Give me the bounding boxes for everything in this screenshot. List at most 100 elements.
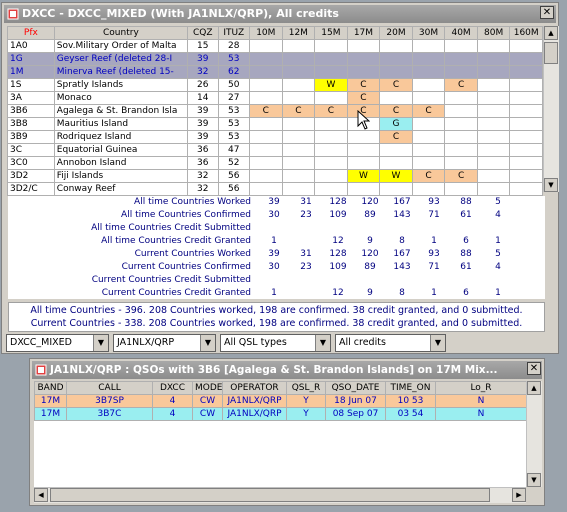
band-cell-10m[interactable] — [249, 143, 283, 157]
band-cell-40m[interactable] — [444, 65, 478, 79]
band-cell-10m[interactable] — [249, 169, 283, 183]
pfx-cell[interactable]: 3B9 — [7, 130, 55, 144]
band-cell-20m[interactable] — [379, 143, 413, 157]
pfx-cell[interactable]: 3A — [7, 91, 55, 105]
column-header-10m[interactable]: 10M — [249, 26, 283, 40]
band-cell-30m[interactable] — [411, 130, 446, 144]
pfx-cell[interactable]: 1M — [7, 65, 55, 79]
band-cell-160m[interactable] — [509, 65, 543, 79]
band-cell-15m[interactable] — [314, 156, 348, 170]
country-cell[interactable]: Fiji Islands — [53, 169, 189, 183]
band-cell-160m[interactable] — [509, 52, 543, 66]
band-cell-20m[interactable] — [379, 65, 413, 79]
band-cell-12m[interactable] — [281, 65, 316, 79]
dxcc-row[interactable]: 3A Monaco 14 27 C — [7, 91, 543, 105]
column-header-12m[interactable]: 12M — [281, 26, 316, 40]
band-cell-160m[interactable] — [509, 156, 543, 170]
band-cell-15m[interactable]: C — [314, 104, 348, 118]
band-cell-40m[interactable] — [444, 39, 478, 53]
column-header-pfx[interactable]: Pfx — [7, 26, 55, 40]
band-cell-12m[interactable] — [281, 78, 316, 92]
band-cell-15m[interactable] — [314, 65, 348, 79]
scroll-up-icon[interactable]: ▲ — [527, 381, 541, 395]
cqz-cell[interactable]: 36 — [187, 143, 219, 157]
band-cell-10m[interactable] — [249, 78, 283, 92]
band-cell-20m[interactable]: C — [379, 130, 413, 144]
band-cell-12m[interactable] — [281, 52, 316, 66]
country-cell[interactable]: Conway Reef — [53, 182, 189, 196]
scroll-thumb[interactable] — [50, 488, 490, 502]
column-header-15m[interactable]: 15M — [314, 26, 348, 40]
ituz-cell[interactable]: 56 — [217, 169, 251, 183]
ituz-cell[interactable]: 27 — [217, 91, 251, 105]
column-header-lo-r[interactable]: Lo_R — [435, 381, 527, 395]
cqz-cell[interactable]: 32 — [187, 169, 219, 183]
band-cell-40m[interactable] — [444, 52, 478, 66]
column-header-ituz[interactable]: ITUZ — [217, 26, 251, 40]
band-cell-10m[interactable] — [249, 182, 283, 196]
band-cell-20m[interactable]: C — [379, 78, 413, 92]
band-cell-17m[interactable]: C — [346, 78, 381, 92]
band-cell-20m[interactable]: G — [379, 117, 413, 131]
qso-cell[interactable]: 3B7C — [66, 407, 153, 421]
dxcc-row[interactable]: 1M Minerva Reef (deleted 15- 32 62 — [7, 65, 543, 79]
scroll-up-icon[interactable]: ▲ — [544, 26, 558, 40]
band-cell-20m[interactable] — [379, 182, 413, 196]
dxcc-row[interactable]: 3D2/C Conway Reef 32 56 — [7, 182, 543, 196]
band-cell-160m[interactable] — [509, 91, 543, 105]
band-cell-17m[interactable] — [346, 39, 381, 53]
band-cell-15m[interactable] — [314, 130, 348, 144]
ituz-cell[interactable]: 47 — [217, 143, 251, 157]
band-cell-20m[interactable]: W — [379, 169, 413, 183]
ituz-cell[interactable]: 53 — [217, 117, 251, 131]
ituz-cell[interactable]: 53 — [217, 52, 251, 66]
band-cell-80m[interactable] — [476, 156, 511, 170]
column-header-qso-date[interactable]: QSO_DATE — [325, 381, 386, 395]
qso-cell[interactable]: 03 54 — [385, 407, 436, 421]
ituz-cell[interactable]: 52 — [217, 156, 251, 170]
qsl-type-select[interactable]: All QSL types ▼ — [220, 334, 331, 352]
qso-cell[interactable]: N — [435, 394, 527, 408]
band-cell-40m[interactable] — [444, 117, 478, 131]
band-cell-80m[interactable] — [476, 182, 511, 196]
qso-cell[interactable]: 18 Jun 07 — [325, 394, 386, 408]
band-cell-30m[interactable] — [411, 143, 446, 157]
column-header-dxcc[interactable]: DXCC — [152, 381, 193, 395]
qso-cell[interactable]: 17M — [34, 407, 67, 421]
dxcc-title-bar[interactable]: DXCC - DXCC_MIXED (With JA1NLX/QRP), All… — [4, 5, 556, 23]
qso-row[interactable]: 17M 3B7C 4 CW JA1NLX/QRP Y 08 Sep 07 03 54 N — [34, 407, 527, 421]
country-cell[interactable]: Monaco — [53, 91, 189, 105]
pfx-cell[interactable]: 3D2/C — [7, 182, 55, 196]
qso-cell[interactable]: 17M — [34, 394, 67, 408]
column-header-call[interactable]: CALL — [66, 381, 153, 395]
country-cell[interactable]: Minerva Reef (deleted 15- — [53, 65, 189, 79]
country-cell[interactable]: Spratly Islands — [53, 78, 189, 92]
band-cell-17m[interactable] — [346, 143, 381, 157]
band-cell-30m[interactable] — [411, 78, 446, 92]
cqz-cell[interactable]: 39 — [187, 117, 219, 131]
band-cell-40m[interactable]: C — [444, 169, 478, 183]
column-header-cqz[interactable]: CQZ — [187, 26, 219, 40]
column-header-40m[interactable]: 40M — [444, 26, 478, 40]
qso-cell[interactable]: Y — [286, 394, 326, 408]
band-cell-80m[interactable] — [476, 52, 511, 66]
column-header-80m[interactable]: 80M — [476, 26, 511, 40]
column-header-mode[interactable]: MODE — [192, 381, 223, 395]
country-cell[interactable]: Annobon Island — [53, 156, 189, 170]
qso-cell[interactable]: 08 Sep 07 — [325, 407, 386, 421]
band-cell-30m[interactable]: C — [411, 169, 446, 183]
band-cell-10m[interactable] — [249, 39, 283, 53]
scroll-down-icon[interactable]: ▼ — [544, 178, 558, 192]
column-header-time-on[interactable]: TIME_ON — [385, 381, 436, 395]
cqz-cell[interactable]: 36 — [187, 156, 219, 170]
ituz-cell[interactable]: 28 — [217, 39, 251, 53]
band-cell-12m[interactable] — [281, 156, 316, 170]
callsign-select[interactable]: JA1NLX/QRP ▼ — [113, 334, 216, 352]
band-cell-160m[interactable] — [509, 143, 543, 157]
band-cell-40m[interactable] — [444, 91, 478, 105]
band-cell-20m[interactable] — [379, 156, 413, 170]
band-cell-80m[interactable] — [476, 39, 511, 53]
band-cell-30m[interactable] — [411, 182, 446, 196]
pfx-cell[interactable]: 3D2 — [7, 169, 55, 183]
scroll-left-icon[interactable]: ◀ — [34, 488, 48, 502]
